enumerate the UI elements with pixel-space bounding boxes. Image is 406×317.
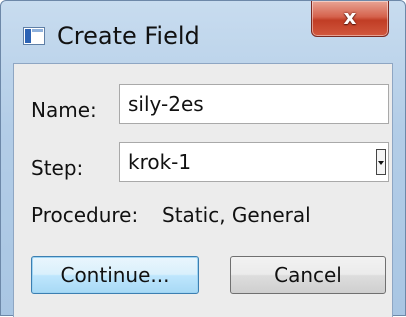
window-icon [23,27,45,45]
create-field-dialog: Create Field x Name: sily-2es Step: krok… [0,0,406,317]
step-select-value: krok-1 [128,150,192,174]
name-label: Name: [31,98,97,122]
close-icon: x [343,5,357,29]
close-button[interactable]: x [311,1,389,37]
step-select[interactable]: krok-1 [119,142,389,182]
step-label: Step: [31,156,84,180]
procedure-label: Procedure: [31,203,139,227]
procedure-value: Static, General [162,203,311,227]
continue-button[interactable]: Continue... [31,256,199,294]
window-title: Create Field [57,22,200,50]
dialog-body: Name: sily-2es Step: krok-1 Procedure: S… [13,63,393,317]
title-bar[interactable]: Create Field x [1,1,405,63]
cancel-button[interactable]: Cancel [230,256,386,294]
chevron-down-icon[interactable] [376,149,386,175]
name-field[interactable]: sily-2es [119,84,389,124]
